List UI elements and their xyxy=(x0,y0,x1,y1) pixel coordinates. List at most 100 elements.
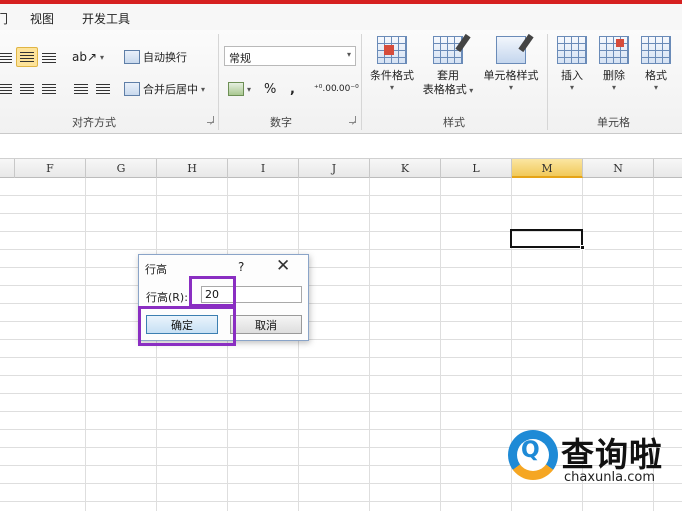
text-orientation-icon: ab↗ xyxy=(72,50,98,64)
merge-center-label: 合并后居中 xyxy=(143,83,198,96)
merge-center-button[interactable]: 合并后居中 ▾ xyxy=(124,79,205,99)
column-header-n[interactable]: N xyxy=(583,159,654,178)
increase-indent-icon xyxy=(96,84,110,94)
red-cell-icon xyxy=(384,45,394,55)
chevron-down-icon: ▾ xyxy=(466,86,474,95)
chevron-down-icon: ▾ xyxy=(611,83,616,92)
align-right-icon xyxy=(42,84,56,94)
insert-cells-icon xyxy=(557,36,587,64)
align-bottom-icon xyxy=(42,53,56,63)
format-cells-icon xyxy=(641,36,671,64)
column-header-m[interactable]: M xyxy=(512,159,583,178)
percent-button[interactable]: % xyxy=(264,79,276,99)
watermark-url: chaxunla.com xyxy=(564,470,655,485)
menu-item-view[interactable]: 视图 xyxy=(30,10,54,27)
align-left-button[interactable] xyxy=(0,79,12,99)
delete-label: 删除 xyxy=(603,69,625,82)
alignment-dialog-launcher-icon[interactable] xyxy=(207,116,214,123)
column-header-h[interactable]: H xyxy=(157,159,228,178)
menu-item-developer[interactable]: 开发工具 xyxy=(82,10,130,27)
chevron-down-icon: ▾ xyxy=(100,52,105,62)
conditional-format-button[interactable]: 条件格式 ▾ xyxy=(368,36,416,92)
number-dialog-launcher-icon[interactable] xyxy=(349,116,356,123)
formula-bar-area xyxy=(0,135,682,159)
cancel-button[interactable]: 取消 xyxy=(230,315,302,334)
cell-styles-label: 单元格样式 xyxy=(483,69,539,82)
close-icon[interactable]: ✕ xyxy=(276,256,290,276)
format-label: 格式 xyxy=(645,69,667,82)
align-top-button[interactable] xyxy=(0,48,12,68)
brush-icon xyxy=(518,33,534,53)
align-left-icon xyxy=(0,84,12,94)
percent-icon: % xyxy=(264,81,277,97)
decrease-decimal-button[interactable]: .00⁻⁰ xyxy=(336,79,359,99)
format-as-table-button[interactable]: 套用 表格格式 ▾ xyxy=(418,33,478,98)
align-center-button[interactable] xyxy=(20,79,34,99)
brush-icon xyxy=(455,33,471,53)
column-header-i[interactable]: I xyxy=(228,159,299,178)
fill-handle[interactable] xyxy=(580,245,585,250)
delete-mark-icon xyxy=(616,39,624,47)
selected-cell[interactable] xyxy=(510,229,585,250)
chevron-down-icon: ▾ xyxy=(653,83,658,92)
group-separator xyxy=(361,34,362,130)
wrap-text-button[interactable]: 自动换行 xyxy=(124,47,187,67)
column-header-partial-right[interactable] xyxy=(654,159,682,178)
increase-decimal-button[interactable]: ⁺⁰.00 xyxy=(314,79,337,99)
column-header-f[interactable]: F xyxy=(15,159,86,178)
wrap-text-label: 自动换行 xyxy=(143,51,187,64)
align-middle-button[interactable] xyxy=(16,47,38,67)
watermark-brand: 查询啦 xyxy=(561,435,663,474)
orientation-button[interactable]: ab↗ ▾ xyxy=(72,47,104,67)
chevron-down-icon: ▾ xyxy=(569,83,574,92)
comma-button[interactable]: , xyxy=(290,79,295,99)
column-header-g[interactable]: G xyxy=(86,159,157,178)
ribbon: ab↗ ▾ 自动换行 合并后居中 ▾ 对齐方式 常规 ▾ ▾ % , ⁺⁰.00 … xyxy=(0,30,682,134)
cell-styles-icon xyxy=(496,33,534,64)
group-label-styles: 样式 xyxy=(443,116,465,129)
currency-icon xyxy=(228,82,244,96)
merge-cells-icon xyxy=(124,82,140,96)
ok-highlight-box xyxy=(138,306,236,346)
conditional-format-icon xyxy=(377,36,407,64)
help-icon[interactable]: ? xyxy=(238,260,244,274)
align-top-icon xyxy=(0,53,12,63)
column-header-row: F G H I J K L M N xyxy=(0,159,682,178)
format-as-table-label-line2: 表格格式 xyxy=(422,83,467,96)
decrease-indent-icon xyxy=(74,84,88,94)
row-height-label: 行高(R): xyxy=(146,291,188,304)
group-separator xyxy=(218,34,219,130)
wrap-text-icon xyxy=(124,50,140,64)
format-button[interactable]: 格式 ▾ xyxy=(640,36,672,92)
format-as-table-icon xyxy=(433,33,471,64)
format-as-table-label: 套用 表格格式 ▾ xyxy=(423,69,474,98)
group-label-number: 数字 xyxy=(270,116,292,129)
logo-letter: Q xyxy=(521,438,540,463)
decrease-indent-button[interactable] xyxy=(74,79,88,99)
comma-icon: , xyxy=(290,81,295,97)
cell-styles-button[interactable]: 单元格样式 ▾ xyxy=(480,33,542,92)
align-right-button[interactable] xyxy=(42,79,56,99)
insert-button[interactable]: 插入 ▾ xyxy=(556,36,588,92)
menu-bar: 门 视图 开发工具 xyxy=(0,4,682,30)
conditional-format-label: 条件格式 xyxy=(370,69,414,82)
watermark-logo: Q 查询啦 chaxunla.com xyxy=(506,424,676,494)
increase-indent-button[interactable] xyxy=(96,79,110,99)
column-header-l[interactable]: L xyxy=(441,159,512,178)
chevron-down-icon: ▾ xyxy=(389,83,394,92)
delete-button[interactable]: 删除 ▾ xyxy=(598,36,630,92)
column-header-j[interactable]: J xyxy=(299,159,370,178)
column-header-k[interactable]: K xyxy=(370,159,441,178)
format-as-table-label-line1: 套用 xyxy=(437,69,459,82)
group-label-alignment: 对齐方式 xyxy=(72,116,116,129)
increase-decimal-icon: ⁺⁰.00 xyxy=(314,84,337,94)
menu-item-partial[interactable]: 门 xyxy=(0,10,8,27)
chevron-down-icon: ▾ xyxy=(201,84,206,94)
align-bottom-button[interactable] xyxy=(42,48,56,68)
accounting-format-button[interactable]: ▾ xyxy=(228,79,251,99)
delete-cells-icon xyxy=(599,36,629,64)
column-header-partial[interactable] xyxy=(0,159,15,178)
number-format-select[interactable]: 常规 ▾ xyxy=(224,46,356,66)
align-center-icon xyxy=(20,84,34,94)
chevron-down-icon: ▾ xyxy=(247,84,252,94)
